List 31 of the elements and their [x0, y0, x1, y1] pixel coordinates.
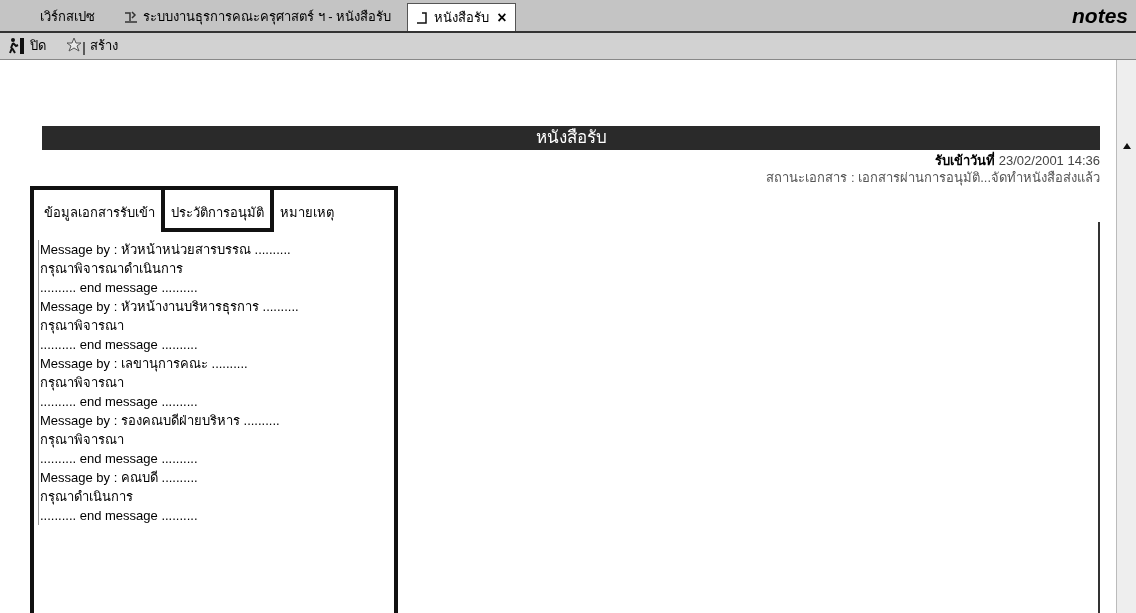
received-date: 23/02/2001 14:36 — [998, 152, 1100, 169]
message-end-line: .......... end message .......... — [40, 450, 198, 468]
received-label: รับเข้าวันที่ — [934, 152, 995, 169]
message-text: กรุณาดำเนินการ — [40, 488, 133, 506]
create-button[interactable]: สร้าง — [62, 36, 122, 56]
brand-logo: notes — [1072, 2, 1128, 29]
message-text: กรุณาพิจารณาดำเนินการ — [40, 260, 183, 278]
message-text: กรุณาพิจารณา — [40, 374, 124, 392]
message-header: Message by : หัวหน้าหน่วยสารบรรณ .......... — [40, 241, 291, 259]
message-header: Message by : คณบดี .......... — [40, 469, 198, 487]
window-tab[interactable]: หนังสือรับ × — [407, 3, 516, 31]
close-button[interactable]: × — [497, 5, 507, 30]
walking-figure-icon — [8, 37, 26, 55]
message-header: Message by : เลขานุการคณะ .......... — [40, 355, 248, 373]
message-end-line: .......... end message .......... — [40, 279, 198, 297]
message-text: กรุณาพิจารณา — [40, 317, 124, 335]
message-text: กรุณาพิจารณา — [40, 431, 124, 449]
document-tab[interactable]: ประวัติการอนุมัติ — [161, 190, 274, 232]
star-icon — [66, 37, 86, 55]
message-end-line: .......... end message .......... — [40, 393, 198, 411]
document-title-bar: หนังสือรับ — [42, 126, 1100, 150]
close-doc-button[interactable]: ปิด — [4, 36, 50, 56]
message-end-line: .......... end message .......... — [40, 336, 198, 354]
message-header: Message by : หัวหน้างานบริหารธุรการ .......... — [40, 298, 299, 316]
document-tab[interactable]: หมายเหตุ — [274, 190, 340, 232]
message-header: Message by : รองคณบดีฝ่ายบริหาร .......... — [40, 412, 280, 430]
document-status: สถานะเอกสาร : เอกสารผ่านการอนุมัติ...จัดทำหนังสือส่งแล้ว — [766, 169, 1100, 186]
document-tab[interactable]: ข้อมูลเอกสารรับเข้า — [38, 190, 161, 232]
scrollbar[interactable] — [1116, 60, 1136, 613]
scroll-up-icon[interactable] — [1121, 142, 1132, 150]
message-end-line: .......... end message .......... — [40, 507, 198, 525]
